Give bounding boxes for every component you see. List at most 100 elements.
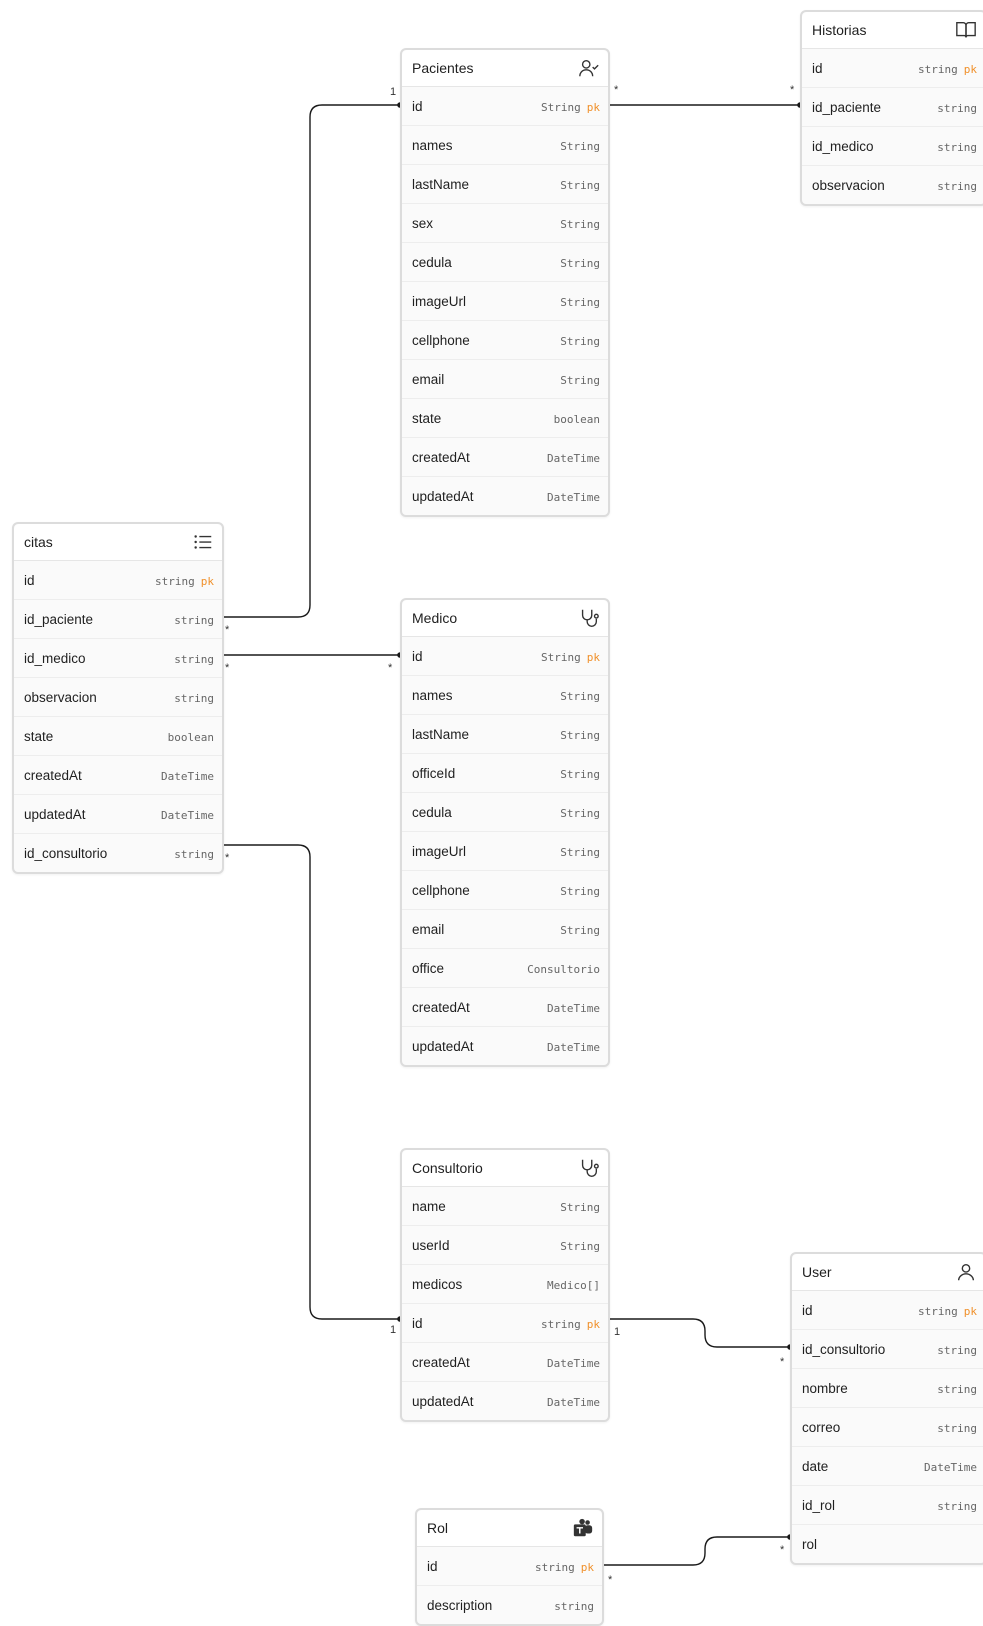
field-row[interactable]: id string pk [792, 1291, 983, 1330]
field-type: String [560, 1200, 600, 1214]
field-row[interactable]: id String pk [402, 637, 608, 676]
table-user[interactable]: User id string pk id_consultorio string nombre… [790, 1252, 983, 1565]
field-type: DateTime [547, 1395, 600, 1409]
primary-key-badge: pk [963, 1304, 977, 1318]
field-row[interactable]: createdAt DateTime [14, 756, 222, 795]
field-row[interactable]: imageUrl String [402, 282, 608, 321]
field-row[interactable]: id_consultorio string [792, 1330, 983, 1369]
field-type-group: String [560, 1238, 600, 1253]
field-row[interactable]: userId String [402, 1226, 608, 1265]
field-name: id_consultorio [802, 1341, 886, 1357]
field-row[interactable]: correo string [792, 1408, 983, 1447]
field-row[interactable]: names String [402, 676, 608, 715]
field-row[interactable]: updatedAt DateTime [402, 1027, 608, 1065]
field-row[interactable]: observacion string [802, 166, 983, 204]
field-type: String [560, 1239, 600, 1253]
table-header[interactable]: Medico [402, 600, 608, 637]
field-name: medicos [412, 1276, 463, 1292]
table-rol[interactable]: Rol id string pk description string [415, 1508, 604, 1626]
field-row[interactable]: officeId String [402, 754, 608, 793]
field-type: String [560, 334, 600, 348]
field-type-group: String [560, 805, 600, 820]
table-citas[interactable]: citas id string pk id_paciente string id_medic… [12, 522, 224, 874]
field-type: string [155, 574, 195, 588]
field-row[interactable]: sex String [402, 204, 608, 243]
field-row[interactable]: id string pk [14, 561, 222, 600]
field-type-group: string [937, 178, 977, 193]
field-type-group: string [174, 690, 214, 705]
table-header[interactable]: citas [14, 524, 222, 561]
field-row[interactable]: id_rol string [792, 1486, 983, 1525]
field-name: lastName [412, 726, 470, 742]
field-type: Consultorio [527, 962, 600, 976]
table-medico[interactable]: Medico id String pk names String lastName Strin… [400, 598, 610, 1067]
stethoscope-icon [578, 607, 600, 629]
field-type-group: string pk [155, 573, 214, 588]
stethoscope-icon [578, 1157, 600, 1179]
relationship-line [220, 844, 400, 1320]
field-name: id [412, 98, 423, 114]
table-header[interactable]: Historias [802, 12, 983, 49]
field-type: String [560, 923, 600, 937]
field-row[interactable]: observacion string [14, 678, 222, 717]
field-name: id_medico [24, 650, 86, 666]
field-row[interactable]: id String pk [402, 87, 608, 126]
field-row[interactable]: cellphone String [402, 871, 608, 910]
field-row[interactable]: id string pk [402, 1304, 608, 1343]
field-row[interactable]: createdAt DateTime [402, 988, 608, 1027]
field-row[interactable]: updatedAt DateTime [402, 1382, 608, 1420]
field-row[interactable]: medicos Medico[] [402, 1265, 608, 1304]
field-type-group: string [937, 1420, 977, 1435]
field-row[interactable]: lastName String [402, 165, 608, 204]
field-row[interactable]: id_medico string [14, 639, 222, 678]
field-type-group: string [554, 1598, 594, 1613]
field-row[interactable]: cellphone String [402, 321, 608, 360]
table-header[interactable]: User [792, 1254, 983, 1291]
table-historias[interactable]: Historias id string pk id_paciente string id_m… [800, 10, 983, 206]
field-row[interactable]: id_medico string [802, 127, 983, 166]
field-row[interactable]: office Consultorio [402, 949, 608, 988]
field-row[interactable]: email String [402, 360, 608, 399]
field-row[interactable]: description string [417, 1586, 602, 1624]
field-row[interactable]: id_paciente string [14, 600, 222, 639]
field-type-group: String [560, 1199, 600, 1214]
field-row[interactable]: cedula String [402, 793, 608, 832]
field-row[interactable]: imageUrl String [402, 832, 608, 871]
field-row[interactable]: names String [402, 126, 608, 165]
field-name: updatedAt [412, 1038, 474, 1054]
field-name: names [412, 687, 453, 703]
field-row[interactable]: cedula String [402, 243, 608, 282]
field-type: DateTime [547, 490, 600, 504]
field-row[interactable]: id string pk [417, 1547, 602, 1586]
field-row[interactable]: createdAt DateTime [402, 1343, 608, 1382]
table-header[interactable]: Rol [417, 1510, 602, 1547]
book-open-icon [955, 19, 977, 41]
field-row[interactable]: rol [792, 1525, 983, 1563]
field-row[interactable]: lastName String [402, 715, 608, 754]
field-row[interactable]: id_paciente string [802, 88, 983, 127]
field-name: description [427, 1597, 493, 1613]
field-row[interactable]: state boolean [14, 717, 222, 756]
field-type-group: String [560, 922, 600, 937]
table-header[interactable]: Pacientes [402, 50, 608, 87]
table-header[interactable]: Consultorio [402, 1150, 608, 1187]
field-row[interactable]: email String [402, 910, 608, 949]
field-type-group: string pk [918, 1303, 977, 1318]
field-row[interactable]: updatedAt DateTime [14, 795, 222, 834]
field-name: date [802, 1458, 829, 1474]
field-type: String [560, 884, 600, 898]
field-row[interactable]: state boolean [402, 399, 608, 438]
table-title: Historias [812, 22, 867, 38]
field-name: id [812, 60, 823, 76]
table-consultorio[interactable]: Consultorio name String userId String medicos… [400, 1148, 610, 1422]
field-row[interactable]: date DateTime [792, 1447, 983, 1486]
field-row[interactable]: nombre string [792, 1369, 983, 1408]
field-row[interactable]: id string pk [802, 49, 983, 88]
field-row[interactable]: name String [402, 1187, 608, 1226]
field-row[interactable]: createdAt DateTime [402, 438, 608, 477]
field-name: name [412, 1198, 446, 1214]
table-pacientes[interactable]: Pacientes id String pk names String lastName St… [400, 48, 610, 517]
field-row[interactable]: id_consultorio string [14, 834, 222, 872]
field-row[interactable]: updatedAt DateTime [402, 477, 608, 515]
field-type: String [560, 139, 600, 153]
